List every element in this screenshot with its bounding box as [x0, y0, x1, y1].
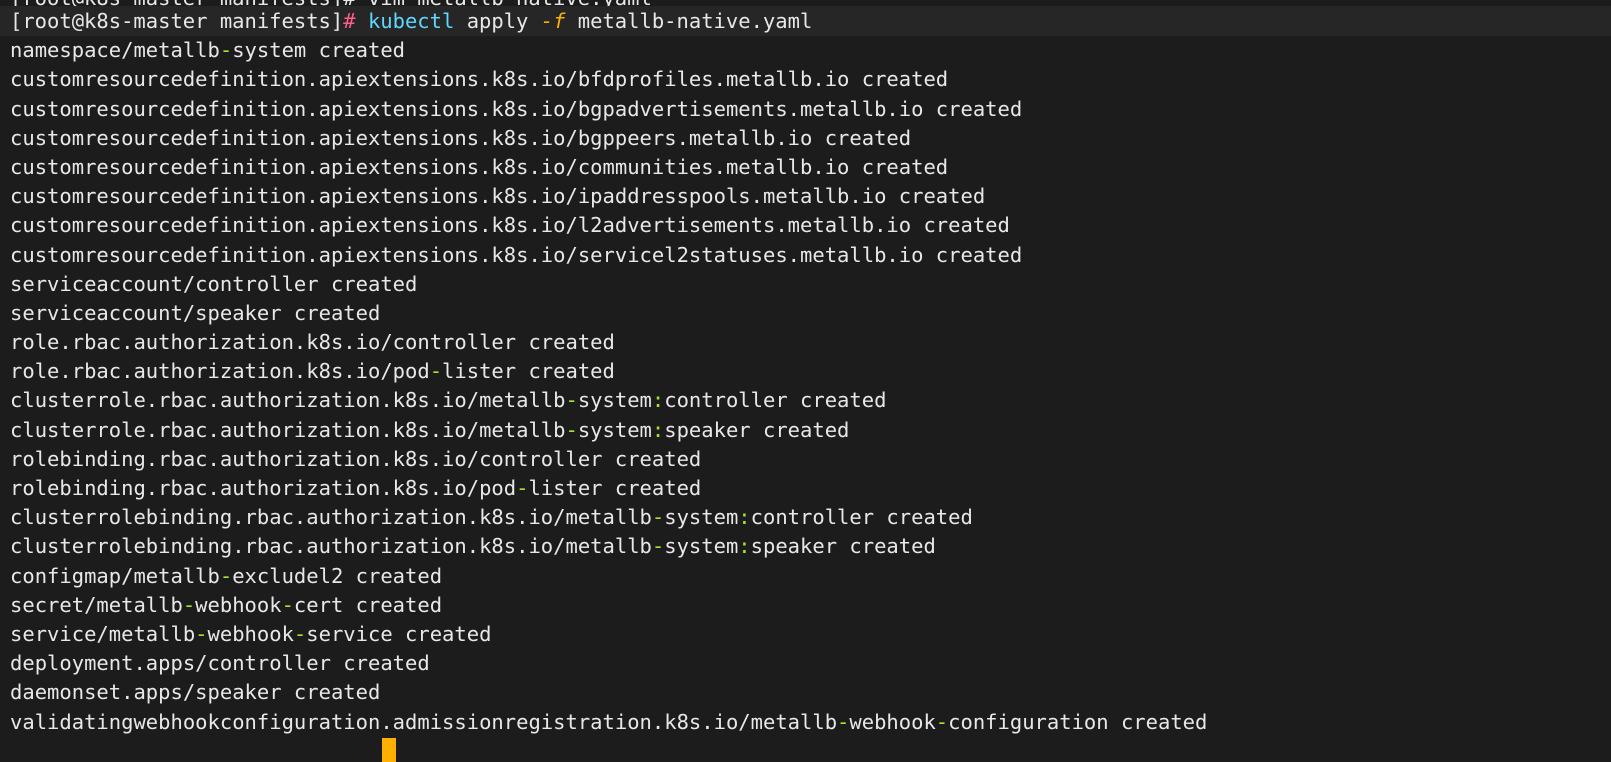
output-line: customresourcedefinition.apiextensions.k… — [10, 242, 1023, 267]
output-line: deployment.apps/controller created — [10, 651, 430, 676]
output-line: namespace/metallb-system created — [10, 38, 405, 63]
output-line: customresourcedefinition.apiextensions.k… — [10, 96, 1023, 121]
prompt-symbol: # — [343, 9, 356, 33]
output-line: clusterrolebinding.rbac.authorization.k8… — [10, 505, 973, 530]
output-line: secret/metallb-webhook-cert created — [10, 592, 443, 617]
command-name: kubectl — [367, 9, 455, 33]
command-argument: metallb-native.yaml — [577, 9, 813, 33]
output-line: role.rbac.authorization.k8s.io/controlle… — [10, 330, 615, 355]
output-line: validatingwebhookconfiguration.admission… — [10, 709, 1208, 734]
output-line: clusterrolebinding.rbac.authorization.k8… — [10, 534, 936, 559]
output-line: customresourcedefinition.apiextensions.k… — [10, 213, 1010, 238]
output-line: customresourcedefinition.apiextensions.k… — [10, 184, 986, 209]
output-list: namespace/metallb-system created customre… — [10, 36, 1611, 737]
command-subcommand: apply — [466, 9, 529, 33]
output-line: service/metallb-webhook-service created — [10, 621, 492, 646]
output-line: customresourcedefinition.apiextensions.k… — [10, 67, 949, 92]
output-line: clusterrole.rbac.authorization.k8s.io/me… — [10, 417, 850, 442]
output-line: clusterrole.rbac.authorization.k8s.io/me… — [10, 388, 887, 413]
output-line: rolebinding.rbac.authorization.k8s.io/co… — [10, 446, 702, 471]
output-line: customresourcedefinition.apiextensions.k… — [10, 125, 912, 150]
command-prompt-line: [root@k8s-master manifests]# kubectl app… — [10, 7, 1611, 36]
command-flag: -f — [540, 9, 566, 33]
terminal-window[interactable]: [root@k8s-master manifests]# vim metallb… — [0, 0, 1611, 762]
terminal-output: [root@k8s-master manifests]# kubectl app… — [10, 7, 1611, 737]
text-cursor — [382, 738, 396, 762]
output-line: customresourcedefinition.apiextensions.k… — [10, 154, 949, 179]
prompt-user-host: [root@k8s-master manifests] — [10, 9, 344, 33]
output-line: daemonset.apps/speaker created — [10, 680, 381, 705]
output-line: rolebinding.rbac.authorization.k8s.io/po… — [10, 476, 702, 500]
output-line: role.rbac.authorization.k8s.io/pod-liste… — [10, 359, 615, 384]
output-line: serviceaccount/controller created — [10, 271, 418, 296]
output-line: configmap/metallb-excludel2 created — [10, 563, 443, 588]
output-line: serviceaccount/speaker created — [10, 300, 381, 325]
